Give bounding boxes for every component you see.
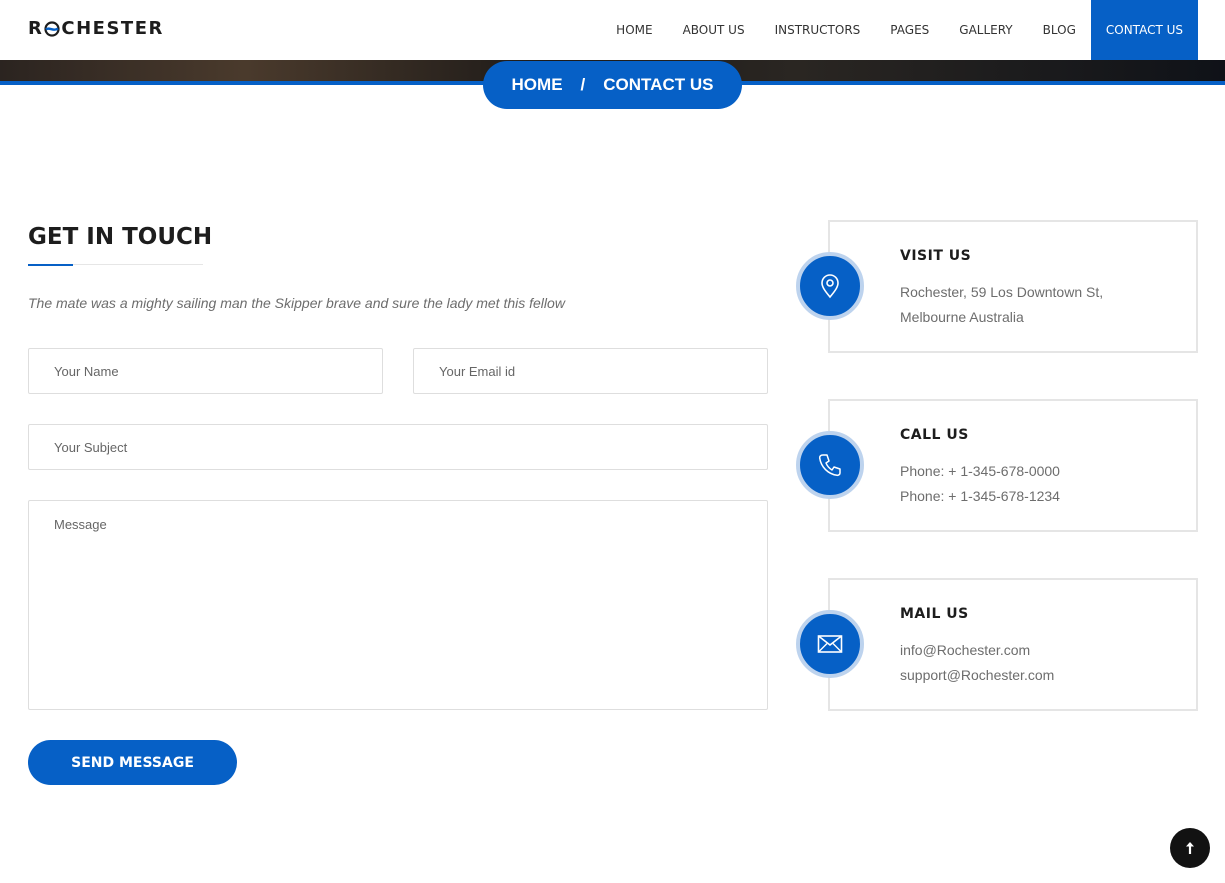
contact-intro-text: The mate was a mighty sailing man the Sk… (28, 295, 565, 311)
title-underline (28, 264, 203, 266)
breadcrumb-home-link[interactable]: HOME (512, 75, 563, 95)
nav-item-gallery[interactable]: GALLERY (944, 0, 1027, 60)
phone-line-1: Phone: + 1-345-678-0000 (900, 463, 1060, 479)
mail-us-title: MAIL US (900, 606, 969, 622)
site-header: R CHESTER HOME ABOUT US INSTRUCTORS PAGE… (0, 0, 1225, 60)
breadcrumb: HOME / CONTACT US (483, 61, 742, 109)
nav-item-instructors[interactable]: INSTRUCTORS (760, 0, 876, 60)
logo-text-start: R (28, 18, 44, 39)
scroll-to-top-button[interactable] (1170, 828, 1210, 868)
title-underline-accent (28, 264, 73, 266)
send-message-button[interactable]: SEND MESSAGE (28, 740, 237, 785)
email-line-2: support@Rochester.com (900, 667, 1055, 683)
email-line-1: info@Rochester.com (900, 642, 1031, 658)
nav-item-pages[interactable]: PAGES (875, 0, 944, 60)
logo-wheel-icon (44, 20, 60, 37)
call-us-title: CALL US (900, 427, 969, 443)
nav-item-contact-us[interactable]: CONTACT US (1090, 0, 1198, 60)
contact-form-title: GET IN TOUCH (28, 224, 213, 250)
visit-us-card: VISIT US Rochester, 59 Los Downtown St, … (796, 220, 1198, 353)
address-line-2: Melbourne Australia (900, 309, 1024, 325)
subject-input[interactable] (28, 424, 768, 470)
breadcrumb-current: CONTACT US (603, 75, 714, 94)
nav-item-about-us[interactable]: ABOUT US (668, 0, 760, 60)
logo-text-end: CHESTER (61, 18, 164, 39)
phone-line-2: Phone: + 1-345-678-1234 (900, 488, 1060, 504)
email-input[interactable] (413, 348, 768, 394)
site-logo[interactable]: R CHESTER (28, 18, 164, 39)
message-textarea[interactable] (28, 500, 768, 710)
nav-item-blog[interactable]: BLOG (1028, 0, 1091, 60)
visit-us-title: VISIT US (900, 248, 972, 264)
breadcrumb-separator: / (580, 75, 586, 94)
envelope-icon (796, 610, 864, 678)
phone-icon (796, 431, 864, 499)
nav-item-home[interactable]: HOME (601, 0, 667, 60)
arrow-up-icon (1186, 842, 1194, 854)
call-us-card: CALL US Phone: + 1-345-678-0000 Phone: +… (796, 399, 1198, 532)
main-nav: HOME ABOUT US INSTRUCTORS PAGES GALLERY … (601, 0, 1198, 60)
name-input[interactable] (28, 348, 383, 394)
map-pin-icon (796, 252, 864, 320)
address-line-1: Rochester, 59 Los Downtown St, (900, 284, 1104, 300)
mail-us-card: MAIL US info@Rochester.com support@Roche… (796, 578, 1198, 711)
